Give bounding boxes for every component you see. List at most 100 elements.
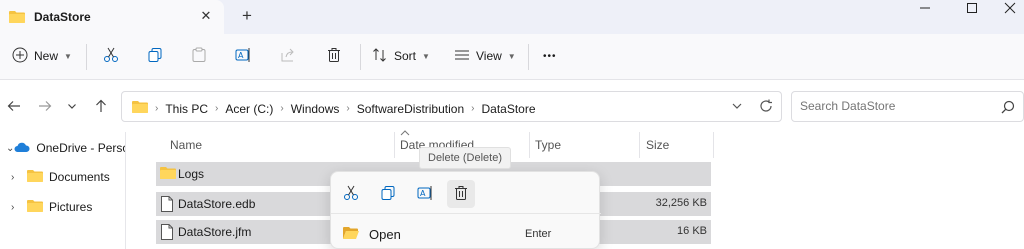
copy-button[interactable] [147,42,163,70]
title-bar: DataStore ✕ + [0,0,1024,34]
nav-item-documents[interactable]: › Documents [0,166,126,188]
breadcrumb-acer-c[interactable]: Acer (C:) [225,102,273,116]
close-tab-icon[interactable]: ✕ [198,8,214,24]
context-copy-button[interactable] [374,180,402,208]
chevron-right-icon: › [471,103,475,114]
new-tab-button[interactable]: + [238,7,256,25]
nav-item-label: Pictures [49,200,93,214]
tab-datastore[interactable]: DataStore ✕ [0,0,224,34]
close-window-icon[interactable] [990,0,1024,16]
column-divider[interactable] [713,132,714,158]
new-label: New [34,49,59,63]
file-name: DataStore.edb [178,197,256,211]
tooltip: Delete (Delete) [419,147,511,169]
recent-locations-chevron-icon[interactable] [63,97,81,115]
search-input[interactable] [800,99,980,113]
new-button[interactable]: New ▼ [12,42,72,70]
file-icon [160,224,174,243]
maximize-icon[interactable] [952,0,992,16]
more-options-button[interactable]: ••• [543,42,557,70]
svg-text:A: A [420,189,426,198]
forward-arrow-icon[interactable] [36,97,54,115]
context-delete-button[interactable] [447,180,475,208]
file-size: 16 KB [677,225,707,237]
open-shortcut: Enter [525,228,552,240]
nav-item-pictures[interactable]: › Pictures [0,196,126,218]
nav-item-onedrive[interactable]: ⌄ OneDrive - Perso [0,137,126,159]
rename-icon: A [235,47,251,66]
search-icon[interactable] [1001,100,1015,117]
svg-text:A: A [238,51,244,60]
divider [360,44,361,70]
file-icon [160,196,174,215]
refresh-icon[interactable] [758,98,774,114]
share-icon [280,47,296,66]
divider [86,44,87,70]
folder-icon [160,166,176,183]
column-header-size[interactable]: Size [646,138,669,152]
command-bar: New ▼ A Sort ▼ View ▼ ••• [0,34,1024,80]
delete-icon [326,47,342,66]
search-box[interactable] [791,91,1024,122]
folder-open-icon [343,226,359,243]
context-open-item[interactable]: Open Enter [331,222,601,246]
up-arrow-icon[interactable] [92,97,110,115]
column-divider[interactable] [639,132,640,158]
context-menu: A Open Enter [330,171,601,249]
folder-icon [9,10,25,27]
paste-icon [191,47,207,66]
address-bar[interactable]: › This PC › Acer (C:) › Windows › Softwa… [121,91,782,122]
file-name: Logs [178,167,205,181]
column-divider[interactable] [394,132,395,158]
address-history-chevron-icon[interactable] [729,98,745,114]
chevron-down-icon: ▼ [64,51,72,61]
sort-button[interactable]: Sort ▼ [372,42,430,70]
view-lines-icon [454,47,470,66]
copy-icon [380,185,396,204]
breadcrumb-this-pc[interactable]: This PC [165,102,208,116]
more-icon: ••• [543,50,557,62]
back-arrow-icon[interactable] [5,97,23,115]
share-button[interactable] [280,42,296,70]
chevron-down-icon: ▼ [422,51,430,61]
rename-button[interactable]: A [235,42,251,70]
nav-item-label: OneDrive - Perso [36,141,126,155]
breadcrumb-softwaredistribution[interactable]: SoftwareDistribution [357,102,464,116]
rename-icon: A [417,185,433,204]
navigation-pane: ⌄ OneDrive - Perso › Documents › Picture… [0,132,126,249]
context-cut-button[interactable] [337,180,365,208]
plus-circle-icon [12,47,28,66]
expand-chevron-icon[interactable]: ⌄ [6,143,14,154]
cut-icon [343,185,359,204]
expand-chevron-icon[interactable]: › [11,202,27,213]
context-menu-icon-bar: A [331,172,601,214]
onedrive-cloud-icon [14,141,30,156]
chevron-right-icon: › [346,103,350,114]
minimize-icon[interactable] [905,0,945,16]
view-label: View [476,49,502,63]
cut-button[interactable] [103,42,119,70]
breadcrumb-datastore[interactable]: DataStore [481,102,535,116]
folder-icon [27,169,43,186]
folder-icon [27,199,43,216]
chevron-right-icon: › [155,103,159,114]
tab-title: DataStore [34,10,91,24]
cut-icon [103,47,119,66]
chevron-right-icon: › [215,103,219,114]
delete-button[interactable] [326,42,342,70]
breadcrumb-windows[interactable]: Windows [291,102,340,116]
breadcrumb: › This PC › Acer (C:) › Windows › Softwa… [132,100,536,117]
paste-button[interactable] [191,42,207,70]
context-rename-button[interactable]: A [411,180,439,208]
divider [528,44,529,70]
expand-chevron-icon[interactable]: › [11,172,27,183]
nav-item-label: Documents [49,170,110,184]
open-label: Open [369,227,401,242]
column-header-type[interactable]: Type [535,138,561,152]
column-divider[interactable] [529,132,530,158]
file-size: 32,256 KB [655,197,707,209]
copy-icon [147,47,163,66]
delete-icon [453,185,469,204]
view-button[interactable]: View ▼ [454,42,516,70]
column-header-name[interactable]: Name [170,138,202,152]
